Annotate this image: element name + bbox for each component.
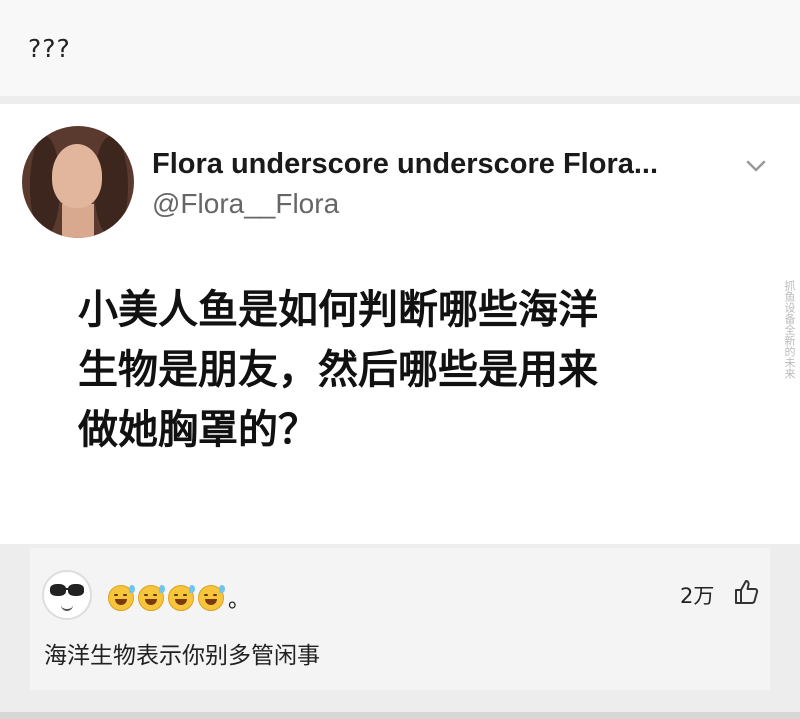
author-handle[interactable]: @Flora__Flora [152,188,339,220]
top-bar: ??? [0,0,800,96]
emoji-period: 。 [228,588,251,613]
tweet-text: 小美人鱼是如何判断哪些海洋 生物是朋友，然后哪些是用来 做她胸罩的？ [78,280,758,460]
avatar[interactable] [22,126,134,238]
author-name[interactable]: Flora underscore underscore Flora... [152,148,658,181]
avatar-neck [62,204,94,238]
thumbs-up-icon[interactable] [732,578,760,606]
tweet-card: Flora underscore underscore Flora... @Fl… [0,104,800,544]
sweat-smile-emoji [108,585,135,611]
comment-text: 海洋生物表示你别多管闲事 [44,643,320,669]
tweet-line-3: 做她胸罩的？ [78,407,318,453]
avatar-face [52,144,102,208]
watermark-text: 抓鱼设备全新的未来 [783,280,796,379]
glasses-left [50,584,66,596]
commenter-avatar[interactable] [42,570,92,620]
comment-card: 。 2万 海洋生物表示你别多管闲事 [30,548,770,690]
glasses-right [68,584,84,596]
chevron-down-icon[interactable] [742,152,770,180]
emoji-row: 。 [108,582,250,614]
bottom-strip [0,712,800,719]
sweat-smile-emoji [138,585,165,611]
tweet-line-1: 小美人鱼是如何判断哪些海洋 [78,287,598,333]
caption-text: ??? [28,34,71,63]
sweat-smile-emoji [168,585,195,611]
avatar-mouth [61,604,73,611]
tweet-line-2: 生物是朋友，然后哪些是用来 [78,347,598,393]
sweat-smile-emoji [198,585,225,611]
like-count: 2万 [680,584,715,608]
